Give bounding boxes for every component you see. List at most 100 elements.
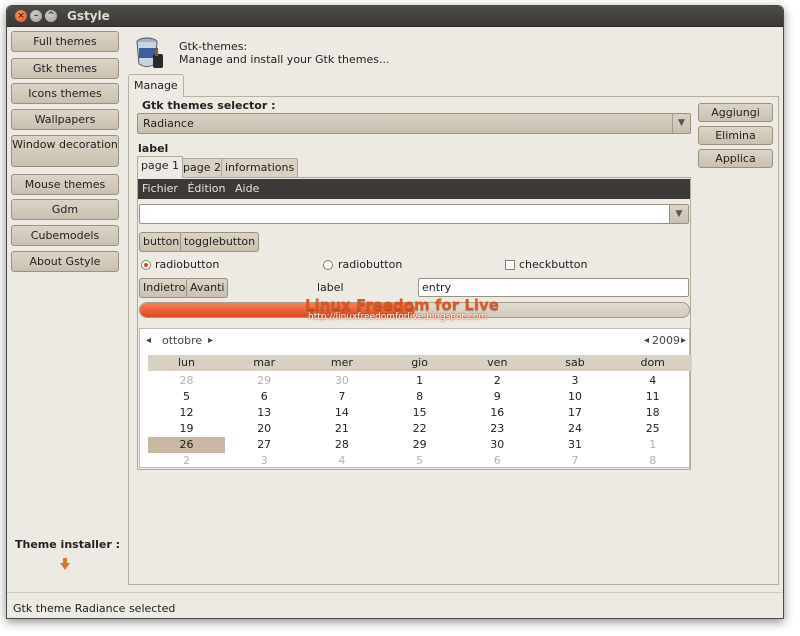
calendar-day[interactable]: 13 bbox=[226, 405, 303, 421]
calendar-day[interactable]: 7 bbox=[537, 453, 614, 469]
calendar-day[interactable]: 12 bbox=[148, 405, 225, 421]
calendar-day[interactable]: 21 bbox=[303, 421, 380, 437]
close-icon[interactable]: × bbox=[15, 10, 27, 22]
chevron-down-icon[interactable]: ▼ bbox=[669, 205, 688, 223]
calendar-day[interactable]: 30 bbox=[303, 373, 380, 389]
checkbox[interactable] bbox=[505, 260, 515, 270]
calendar-day[interactable]: 19 bbox=[148, 421, 225, 437]
calendar-day[interactable]: 22 bbox=[381, 421, 458, 437]
weekday-lun: lun bbox=[178, 356, 195, 369]
calendar-day[interactable]: 14 bbox=[303, 405, 380, 421]
back-button[interactable]: Indietro bbox=[139, 278, 190, 298]
header-subtitle: Manage and install your Gtk themes... bbox=[179, 53, 390, 66]
calendar-day[interactable]: 6 bbox=[226, 389, 303, 405]
preview-button[interactable]: button bbox=[139, 232, 184, 252]
calendar-day[interactable]: 17 bbox=[537, 405, 614, 421]
sidebar-item-window-decoration[interactable]: Window decoration bbox=[11, 135, 119, 167]
prev-year-icon[interactable]: ◂ bbox=[644, 335, 649, 346]
calendar-day[interactable]: 28 bbox=[148, 373, 225, 389]
calendar-day[interactable]: 28 bbox=[303, 437, 380, 453]
sidebar-item-about[interactable]: About Gstyle bbox=[11, 251, 119, 272]
calendar-day[interactable]: 25 bbox=[614, 421, 691, 437]
theme-selector-combo[interactable]: Radiance ▼ bbox=[137, 113, 691, 134]
window-decoration-label: Window decoration bbox=[12, 138, 118, 151]
title-bar[interactable]: × – ^ Gstyle bbox=[7, 6, 783, 27]
calendar-day[interactable]: 1 bbox=[614, 437, 691, 453]
calendar-day[interactable]: 5 bbox=[381, 453, 458, 469]
preview-label: label bbox=[138, 142, 169, 155]
calendar-day[interactable]: 18 bbox=[614, 405, 691, 421]
header-title: Gtk-themes: bbox=[179, 40, 248, 53]
chevron-down-icon[interactable]: ▼ bbox=[672, 114, 690, 133]
weekday-ven: ven bbox=[487, 356, 508, 369]
calendar-day[interactable]: 9 bbox=[459, 389, 536, 405]
sidebar-item-full-themes[interactable]: Full themes bbox=[11, 31, 119, 52]
calendar-day[interactable]: 29 bbox=[381, 437, 458, 453]
add-button[interactable]: Aggiungi bbox=[698, 103, 773, 122]
down-arrow-icon[interactable] bbox=[60, 558, 70, 570]
preview-menubar: Fichier Édition Aide bbox=[138, 179, 690, 199]
calendar-day[interactable]: 24 bbox=[537, 421, 614, 437]
preview-combo-entry[interactable]: ▼ bbox=[139, 204, 689, 224]
sidebar-item-gdm[interactable]: Gdm bbox=[11, 199, 119, 220]
calendar-day[interactable]: 31 bbox=[537, 437, 614, 453]
weekday-sab: sab bbox=[565, 356, 585, 369]
menu-fichier[interactable]: Fichier bbox=[142, 182, 178, 195]
calendar-day[interactable]: 8 bbox=[614, 453, 691, 469]
next-month-icon[interactable]: ▸ bbox=[208, 335, 213, 346]
calendar-weekday-header: lun mar mer gio ven sab dom bbox=[148, 355, 692, 371]
weekday-gio: gio bbox=[411, 356, 428, 369]
sidebar-item-cubemodels[interactable]: Cubemodels bbox=[11, 225, 119, 246]
calendar-day[interactable]: 29 bbox=[226, 373, 303, 389]
tab-page-2[interactable]: page 2 bbox=[179, 158, 225, 177]
calendar-day[interactable]: 3 bbox=[537, 373, 614, 389]
preview-label-text: label bbox=[317, 281, 344, 294]
radio-1-label: radiobutton bbox=[155, 258, 220, 271]
radio-2[interactable] bbox=[323, 260, 333, 270]
window-title: Gstyle bbox=[67, 9, 110, 23]
tab-page-1[interactable]: page 1 bbox=[137, 156, 183, 178]
forward-button[interactable]: Avanti bbox=[186, 278, 229, 298]
calendar-day[interactable]: 16 bbox=[459, 405, 536, 421]
remove-button[interactable]: Elimina bbox=[698, 126, 773, 145]
calendar-day[interactable]: 8 bbox=[381, 389, 458, 405]
calendar-day[interactable]: 27 bbox=[226, 437, 303, 453]
menu-aide[interactable]: Aide bbox=[235, 182, 259, 195]
calendar-day[interactable]: 15 bbox=[381, 405, 458, 421]
sidebar-item-icons-themes[interactable]: Icons themes bbox=[11, 83, 119, 104]
calendar-day[interactable]: 20 bbox=[226, 421, 303, 437]
calendar-day[interactable]: 26 bbox=[148, 437, 225, 453]
weekday-dom: dom bbox=[640, 356, 665, 369]
calendar-day[interactable]: 23 bbox=[459, 421, 536, 437]
next-year-icon[interactable]: ▸ bbox=[681, 335, 686, 346]
calendar-day[interactable]: 7 bbox=[303, 389, 380, 405]
calendar-day[interactable]: 3 bbox=[226, 453, 303, 469]
calendar-day[interactable]: 30 bbox=[459, 437, 536, 453]
tab-informations[interactable]: informations bbox=[221, 158, 299, 177]
sidebar-item-wallpapers[interactable]: Wallpapers bbox=[11, 109, 119, 130]
calendar-day[interactable]: 5 bbox=[148, 389, 225, 405]
maximize-icon[interactable]: ^ bbox=[45, 10, 57, 22]
status-separator bbox=[7, 592, 783, 593]
calendar-day[interactable]: 4 bbox=[303, 453, 380, 469]
radio-1[interactable] bbox=[141, 260, 151, 270]
apply-button[interactable]: Applica bbox=[698, 149, 773, 168]
calendar-day[interactable]: 10 bbox=[537, 389, 614, 405]
theme-installer-label: Theme installer : bbox=[15, 538, 121, 551]
sidebar-item-gtk-themes[interactable]: Gtk themes bbox=[11, 58, 119, 79]
minimize-icon[interactable]: – bbox=[30, 10, 42, 22]
calendar-month: ottobre bbox=[162, 334, 203, 347]
prev-month-icon[interactable]: ◂ bbox=[146, 335, 151, 346]
calendar-day[interactable]: 6 bbox=[459, 453, 536, 469]
preview-togglebutton[interactable]: togglebutton bbox=[180, 232, 260, 252]
tab-manage[interactable]: Manage bbox=[128, 74, 184, 97]
calendar-day[interactable]: 2 bbox=[148, 453, 225, 469]
weekday-mer: mer bbox=[330, 356, 353, 369]
menu-edition[interactable]: Édition bbox=[187, 182, 225, 195]
calendar-day[interactable]: 2 bbox=[459, 373, 536, 389]
calendar-day[interactable]: 4 bbox=[614, 373, 691, 389]
preview-entry[interactable]: entry bbox=[418, 278, 689, 297]
calendar-day[interactable]: 1 bbox=[381, 373, 458, 389]
sidebar-item-mouse-themes[interactable]: Mouse themes bbox=[11, 174, 119, 195]
calendar-day[interactable]: 11 bbox=[614, 389, 691, 405]
